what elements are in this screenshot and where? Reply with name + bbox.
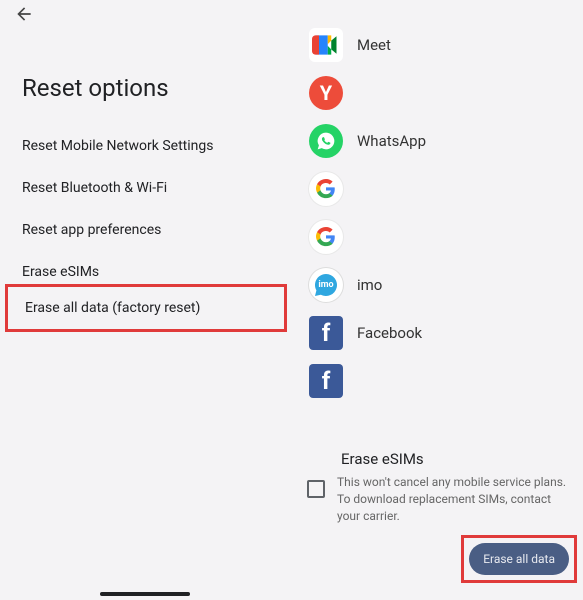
erase-esims-title: Erase eSIMs	[341, 450, 567, 468]
left-pane: Reset options Reset Mobile Network Setti…	[0, 0, 291, 600]
app-row-meet: Meet	[309, 21, 426, 69]
app-row-google-1	[309, 165, 426, 213]
app-row-facebook-1: f Facebook	[309, 309, 426, 357]
erase-esims-section: Erase eSIMs This won't cancel any mobile…	[307, 450, 567, 524]
app-label: imo	[357, 276, 382, 294]
reset-options-list: Reset Mobile Network Settings Reset Blue…	[0, 125, 291, 293]
nav-handle-left	[100, 592, 190, 596]
erase-esims-text: This won't cancel any mobile service pla…	[337, 474, 567, 524]
app-row-imo: imo imo	[309, 261, 426, 309]
app-row-yandex: Y	[309, 69, 426, 117]
erase-button-highlight: Erase all data	[461, 535, 577, 583]
facebook-icon: f	[309, 364, 343, 398]
option-erase-all-data[interactable]: Erase all data (factory reset)	[5, 284, 287, 332]
app-label: WhatsApp	[357, 132, 426, 150]
app-row-facebook-2: f	[309, 357, 426, 405]
option-reset-bluetooth[interactable]: Reset Bluetooth & Wi-Fi	[0, 167, 291, 209]
option-erase-all-data-label: Erase all data (factory reset)	[25, 300, 200, 316]
erase-esims-checkbox[interactable]	[307, 480, 325, 498]
app-label: Facebook	[357, 324, 422, 342]
arrow-left-icon	[14, 4, 34, 24]
app-list: Meet Y WhatsApp	[309, 21, 426, 405]
erase-all-data-button[interactable]: Erase all data	[469, 543, 569, 575]
back-button[interactable]	[14, 4, 34, 29]
app-row-whatsapp: WhatsApp	[309, 117, 426, 165]
facebook-icon: f	[309, 316, 343, 350]
option-reset-app-prefs[interactable]: Reset app preferences	[0, 209, 291, 251]
google-icon	[309, 172, 343, 206]
whatsapp-icon	[309, 124, 343, 158]
app-label: Meet	[357, 36, 391, 54]
page-title: Reset options	[22, 74, 169, 102]
google-icon	[309, 220, 343, 254]
option-reset-mobile[interactable]: Reset Mobile Network Settings	[0, 125, 291, 167]
imo-icon: imo	[309, 268, 343, 302]
meet-icon	[309, 28, 343, 62]
app-row-google-2	[309, 213, 426, 261]
yandex-icon: Y	[309, 76, 343, 110]
